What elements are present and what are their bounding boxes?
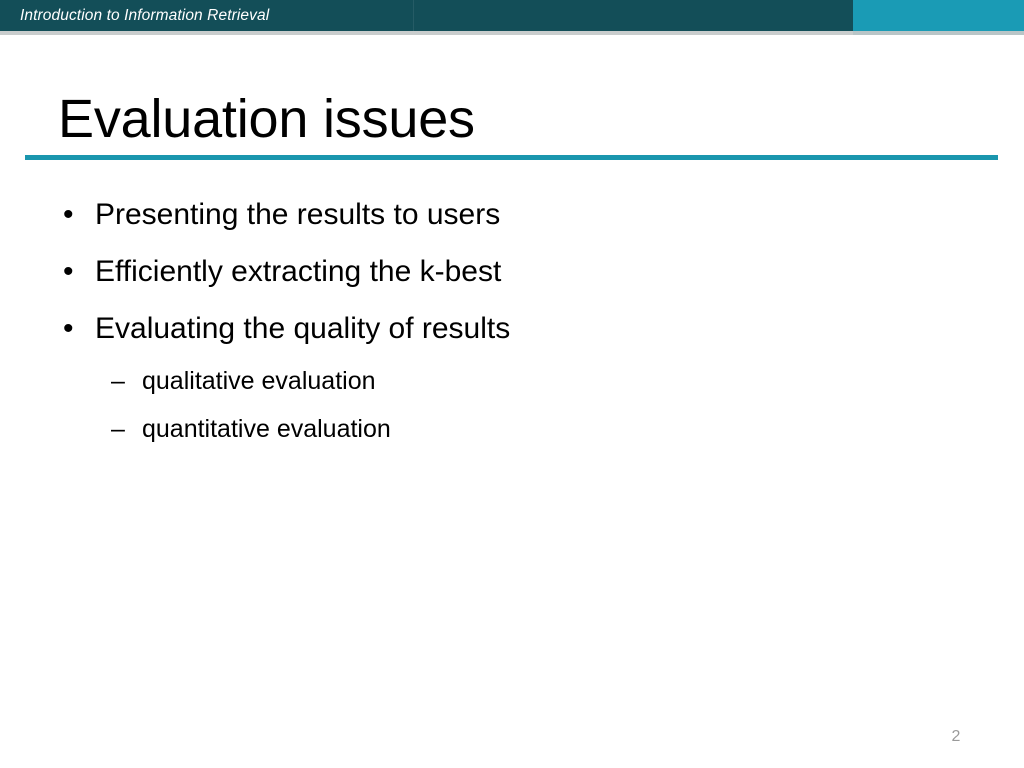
sub-list-item-label: quantitative evaluation (142, 415, 391, 443)
banner-underline-accent (853, 31, 1024, 35)
list-item: • Presenting the results to users (0, 186, 1024, 243)
slide: Introduction to Information Retrieval Ev… (0, 0, 1024, 768)
dash-marker-icon: – (111, 415, 125, 443)
title-divider-rule (25, 155, 998, 160)
banner-accent-panel (853, 0, 1024, 31)
dash-marker-icon: – (111, 367, 125, 395)
sub-list-item: – qualitative evaluation (0, 357, 1024, 405)
list-item-label: Efficiently extracting the k-best (95, 255, 502, 288)
list-item: • Evaluating the quality of results (0, 300, 1024, 357)
bullet-marker-icon: • (63, 312, 74, 345)
sub-list-item: – quantitative evaluation (0, 405, 1024, 453)
slide-banner: Introduction to Information Retrieval (0, 0, 1024, 31)
banner-seam-divider (413, 0, 414, 31)
page-title: Evaluation issues (58, 89, 475, 149)
course-title: Introduction to Information Retrieval (20, 7, 270, 24)
bullet-marker-icon: • (63, 198, 74, 231)
bullet-list: • Presenting the results to users • Effi… (0, 186, 1024, 453)
list-item-label: Evaluating the quality of results (95, 312, 511, 345)
bullet-marker-icon: • (63, 255, 74, 288)
list-item-label: Presenting the results to users (95, 198, 501, 231)
list-item: • Efficiently extracting the k-best (0, 243, 1024, 300)
sub-list-item-label: qualitative evaluation (142, 367, 376, 395)
page-number: 2 (951, 728, 961, 745)
